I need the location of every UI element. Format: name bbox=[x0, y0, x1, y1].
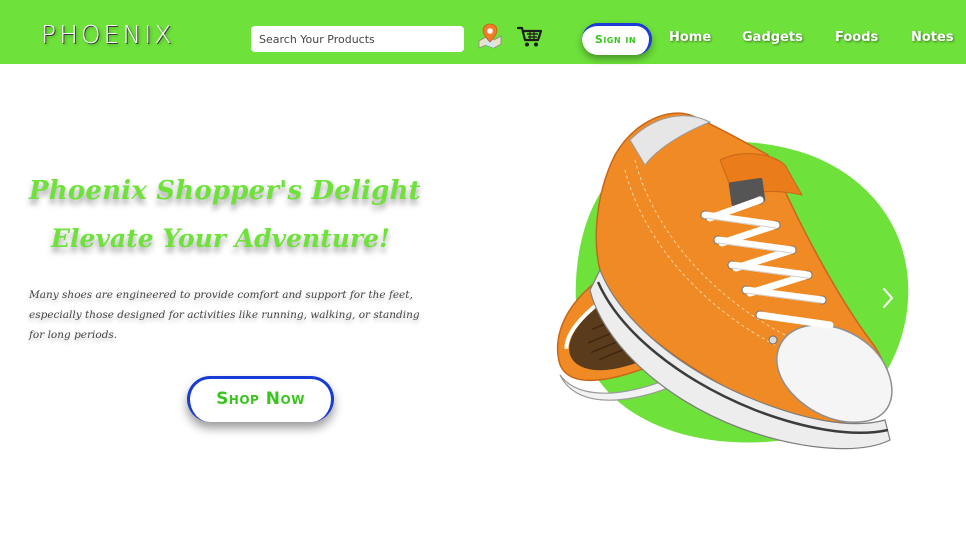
top-navbar: PHOENIX Sign in Home Gadgets bbox=[0, 0, 966, 64]
nav-home[interactable]: Home bbox=[669, 30, 711, 45]
nav-notes[interactable]: Notes bbox=[911, 30, 954, 45]
sneaker-image bbox=[540, 100, 920, 470]
map-pin-icon[interactable] bbox=[476, 22, 504, 50]
brand-logo[interactable]: PHOENIX bbox=[41, 20, 175, 50]
page: PHOENIX Sign in Home Gadgets bbox=[0, 0, 966, 557]
nav-gadgets[interactable]: Gadgets bbox=[742, 30, 803, 45]
sign-in-button[interactable]: Sign in bbox=[582, 23, 652, 55]
nav-foods[interactable]: Foods bbox=[835, 30, 878, 45]
shop-now-button[interactable]: Shop Now bbox=[187, 376, 334, 422]
hero-subtitle: Elevate Your Adventure! bbox=[51, 224, 391, 253]
cart-icon[interactable] bbox=[516, 26, 543, 48]
search-input[interactable] bbox=[251, 26, 464, 52]
hero-title: Phoenix Shopper's Delight bbox=[29, 176, 421, 206]
hero-description: Many shoes are engineered to provide com… bbox=[29, 289, 420, 341]
chevron-right-icon[interactable] bbox=[878, 284, 898, 312]
